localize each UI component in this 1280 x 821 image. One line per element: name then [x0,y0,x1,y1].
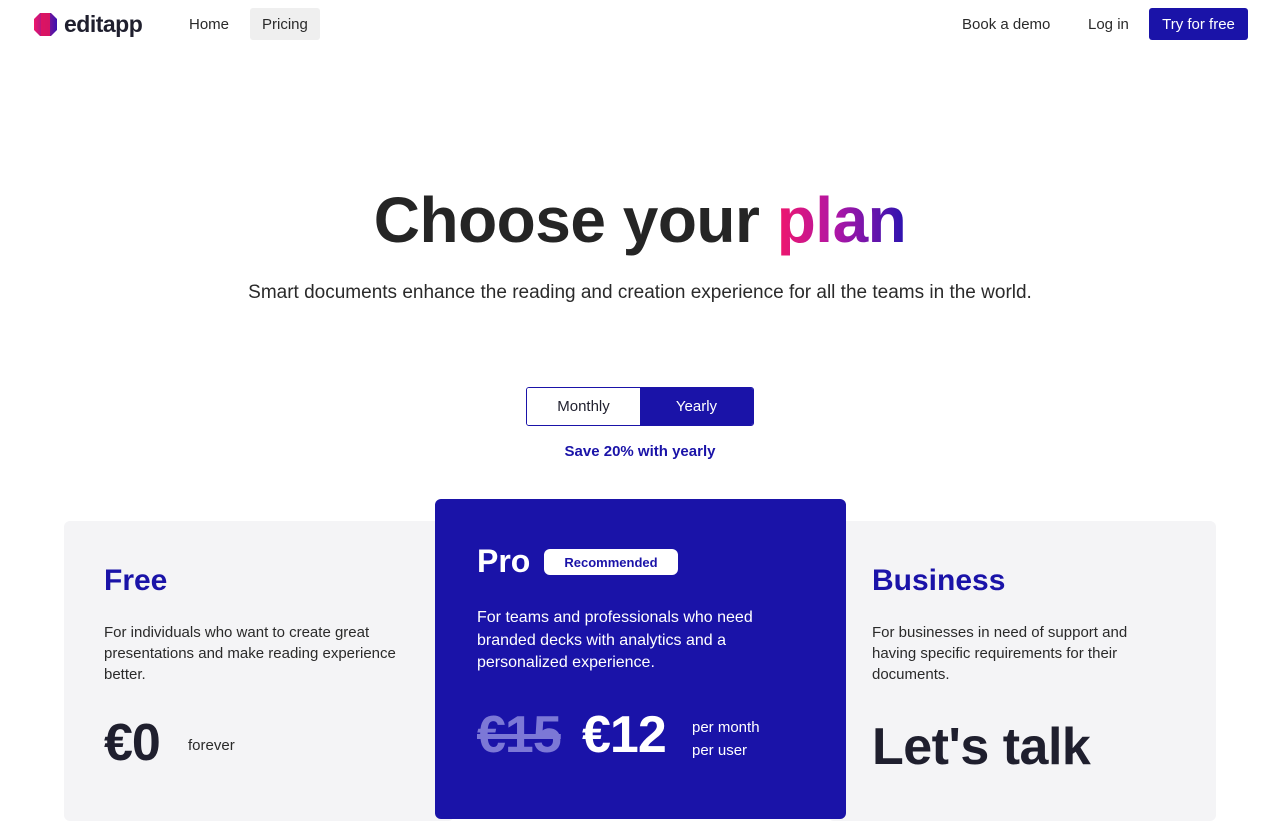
plan-price-unit: per month per user [692,716,760,762]
editapp-logo-icon [33,12,58,37]
plan-price: €0 [104,714,161,772]
nav-home-link[interactable]: Home [177,8,241,40]
brand-name: editapp [64,10,143,37]
plan-card-free: Free For individuals who want to create … [64,521,454,821]
plan-price-unit: forever [188,737,235,754]
billing-period-toggle: Monthly Yearly [526,387,754,426]
plan-name: Business [872,564,1006,597]
plan-description: For teams and professionals who need bra… [477,609,753,671]
plan-name: Pro [477,543,531,579]
plan-price: Let's talk [872,718,1091,776]
top-nav: editapp Home Pricing Book a demo Log in … [0,0,1280,48]
billing-monthly-option[interactable]: Monthly [527,388,640,425]
nav-login-link[interactable]: Log in [1076,8,1141,40]
page-title: Choose your plan [0,183,1280,257]
billing-yearly-option[interactable]: Yearly [640,388,753,425]
plan-description: For individuals who want to create great… [104,624,396,683]
nav-book-demo-link[interactable]: Book a demo [950,8,1062,40]
plan-name: Free [104,564,168,597]
try-for-free-button[interactable]: Try for free [1149,8,1248,40]
yearly-savings-note: Save 20% with yearly [564,443,716,460]
recommended-badge: Recommended [544,549,678,575]
plan-description: For businesses in need of support and ha… [872,624,1128,683]
brand-logo[interactable]: editapp [33,10,143,38]
price-unit-period: per month [692,719,760,736]
plan-card-pro: Pro Recommended For teams and profession… [435,499,846,819]
page-title-accent: plan [776,184,907,256]
page-subtitle: Smart documents enhance the reading and … [248,282,1032,303]
plan-card-business: Business For businesses in need of suppo… [828,521,1216,821]
page-title-main: Choose your [373,184,777,256]
price-unit-seat: per user [692,742,748,759]
plan-old-price: €15 [477,706,562,764]
plan-price: €12 [582,706,667,764]
nav-pricing-link[interactable]: Pricing [250,8,320,40]
